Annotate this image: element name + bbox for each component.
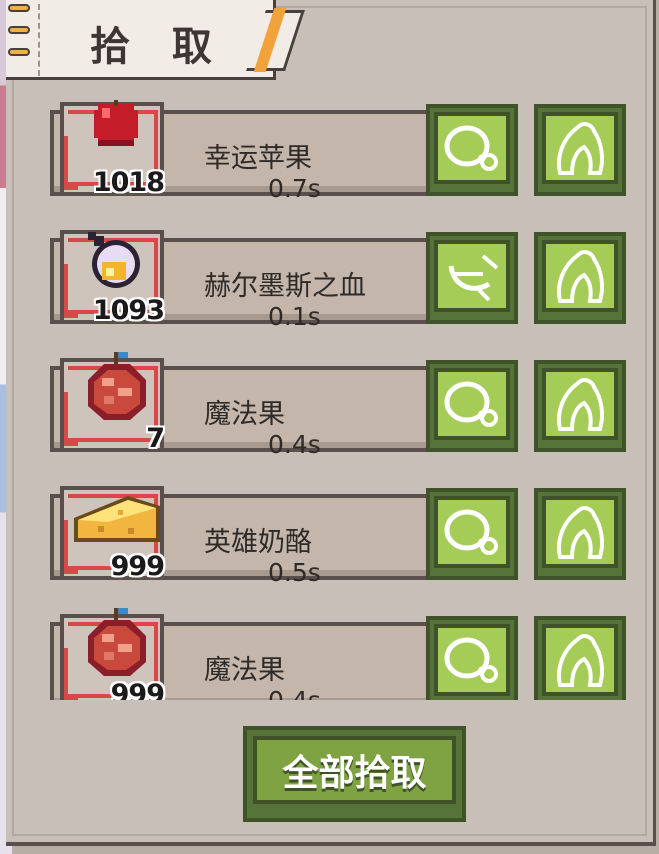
item-name: 英雄奶酪 — [204, 527, 312, 558]
pickup-icon — [444, 381, 498, 427]
item-slot: 1018 — [60, 100, 165, 198]
item-row: 幸运苹果 0.7s 1018 — [46, 100, 631, 203]
item-time: 0.4s — [268, 686, 321, 700]
item-slot: 1093 — [60, 230, 165, 326]
use-button[interactable] — [426, 232, 518, 324]
drop-icon — [557, 378, 604, 431]
item-slot: 999 — [60, 608, 165, 700]
pickup-panel: 拾 取 幸运苹果 0.7s 1018 赫尔墨斯之血 0.1s 1093 魔法果 … — [6, 0, 656, 846]
item-name: 魔法果 — [204, 655, 285, 686]
drop-button[interactable] — [534, 232, 626, 324]
item-count: 999 — [110, 551, 165, 582]
item-count: 999 — [110, 679, 165, 700]
item-name: 魔法果 — [204, 399, 285, 430]
panel-title: 拾 取 — [90, 24, 226, 70]
pickup-button[interactable] — [426, 104, 518, 196]
drop-icon — [557, 506, 604, 559]
item-name: 赫尔墨斯之血 — [204, 271, 366, 302]
pickup-icon — [444, 125, 498, 171]
pickup-icon — [444, 637, 498, 683]
pickup-button[interactable] — [426, 616, 518, 700]
item-time: 0.4s — [268, 430, 321, 459]
item-time: 0.5s — [268, 558, 321, 587]
drop-icon — [557, 250, 604, 303]
item-count: 1018 — [92, 167, 165, 198]
drop-button[interactable] — [534, 488, 626, 580]
notebook-spiral — [6, 0, 32, 80]
drop-button[interactable] — [534, 360, 626, 452]
drink-icon — [448, 254, 499, 302]
drop-icon — [557, 122, 604, 175]
item-row: 魔法果 0.4s 7 — [46, 352, 631, 459]
item-row: 英雄奶酪 0.5s 999 — [46, 484, 631, 587]
title-dash-line — [38, 4, 40, 76]
item-slot: 999 — [60, 486, 165, 582]
item-count: 7 — [146, 423, 165, 454]
pickup-icon — [444, 509, 498, 555]
item-name: 幸运苹果 — [204, 143, 312, 174]
item-row: 魔法果 0.4s 999 — [46, 608, 631, 700]
item-list[interactable]: 幸运苹果 0.7s 1018 赫尔墨斯之血 0.1s 1093 魔法果 0.4s… — [46, 100, 631, 700]
pickup-button[interactable] — [426, 360, 518, 452]
drop-button[interactable] — [534, 104, 626, 196]
drop-icon — [557, 634, 604, 687]
item-slot: 7 — [60, 352, 165, 454]
item-row: 赫尔墨斯之血 0.1s 1093 — [46, 228, 631, 331]
pick-all-label: 全部拾取 — [282, 753, 427, 794]
item-time: 0.1s — [268, 302, 321, 331]
pick-all-button[interactable]: 全部拾取 — [243, 726, 466, 822]
item-time: 0.7s — [268, 174, 321, 203]
item-count: 1093 — [92, 295, 165, 326]
pickup-button[interactable] — [426, 488, 518, 580]
drop-button[interactable] — [534, 616, 626, 700]
